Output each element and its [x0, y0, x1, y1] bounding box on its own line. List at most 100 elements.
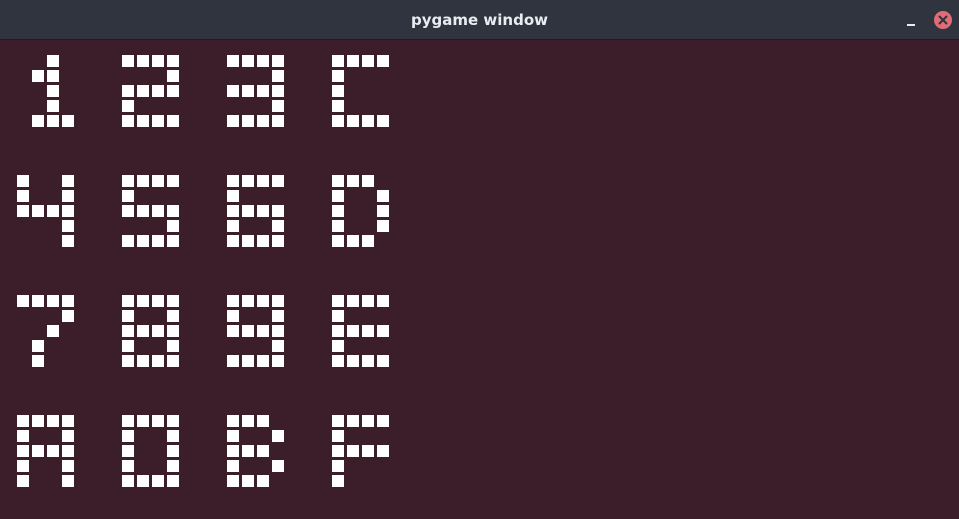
- keypad-glyph-e: [332, 295, 392, 370]
- close-button[interactable]: [934, 11, 952, 29]
- glyph-pixel: [227, 445, 239, 457]
- glyph-pixel: [167, 430, 179, 442]
- glyph-pixel: [62, 310, 74, 322]
- keypad-glyph-2: [122, 55, 182, 130]
- glyph-pixel: [152, 325, 164, 337]
- glyph-pixel: [377, 325, 389, 337]
- glyph-pixel: [122, 85, 134, 97]
- glyph-pixel: [272, 100, 284, 112]
- glyph-pixel: [227, 205, 239, 217]
- glyph-pixel: [227, 430, 239, 442]
- glyph-pixel: [47, 295, 59, 307]
- glyph-pixel: [122, 475, 134, 487]
- glyph-pixel: [377, 115, 389, 127]
- glyph-pixel: [227, 190, 239, 202]
- keypad-glyph-9: [227, 295, 287, 370]
- glyph-pixel: [347, 235, 359, 247]
- keypad-glyph-f: [332, 415, 392, 490]
- glyph-pixel: [347, 355, 359, 367]
- glyph-pixel: [47, 100, 59, 112]
- glyph-pixel: [362, 445, 374, 457]
- glyph-pixel: [257, 235, 269, 247]
- glyph-pixel: [62, 175, 74, 187]
- glyph-pixel: [167, 70, 179, 82]
- glyph-pixel: [347, 115, 359, 127]
- glyph-pixel: [272, 70, 284, 82]
- glyph-pixel: [122, 310, 134, 322]
- glyph-pixel: [347, 415, 359, 427]
- glyph-pixel: [227, 175, 239, 187]
- glyph-pixel: [17, 475, 29, 487]
- glyph-pixel: [32, 295, 44, 307]
- glyph-pixel: [257, 55, 269, 67]
- glyph-pixel: [32, 115, 44, 127]
- glyph-pixel: [152, 55, 164, 67]
- glyph-pixel: [152, 355, 164, 367]
- glyph-pixel: [167, 310, 179, 322]
- glyph-pixel: [332, 415, 344, 427]
- glyph-pixel: [377, 55, 389, 67]
- glyph-pixel: [332, 310, 344, 322]
- glyph-pixel: [167, 475, 179, 487]
- glyph-pixel: [257, 175, 269, 187]
- glyph-pixel: [362, 235, 374, 247]
- glyph-pixel: [272, 340, 284, 352]
- glyph-pixel: [242, 325, 254, 337]
- glyph-pixel: [47, 205, 59, 217]
- glyph-pixel: [272, 235, 284, 247]
- minimize-button[interactable]: [903, 12, 919, 28]
- glyph-pixel: [122, 415, 134, 427]
- glyph-pixel: [167, 115, 179, 127]
- glyph-pixel: [122, 55, 134, 67]
- glyph-pixel: [332, 55, 344, 67]
- glyph-pixel: [347, 295, 359, 307]
- glyph-pixel: [362, 415, 374, 427]
- glyph-pixel: [332, 190, 344, 202]
- glyph-pixel: [227, 235, 239, 247]
- minimize-icon: [907, 24, 915, 26]
- glyph-pixel: [272, 325, 284, 337]
- glyph-pixel: [332, 445, 344, 457]
- glyph-pixel: [122, 445, 134, 457]
- keypad-glyph-1: [17, 55, 77, 130]
- glyph-pixel: [167, 205, 179, 217]
- glyph-pixel: [62, 235, 74, 247]
- keypad-glyph-7: [17, 295, 77, 370]
- keypad-glyph-6: [227, 175, 287, 250]
- glyph-pixel: [272, 295, 284, 307]
- keypad-glyph-4: [17, 175, 77, 250]
- glyph-pixel: [152, 115, 164, 127]
- glyph-pixel: [17, 295, 29, 307]
- glyph-pixel: [62, 475, 74, 487]
- glyph-pixel: [122, 205, 134, 217]
- glyph-pixel: [62, 430, 74, 442]
- glyph-pixel: [62, 205, 74, 217]
- title-bar[interactable]: pygame window: [0, 0, 959, 40]
- glyph-pixel: [122, 430, 134, 442]
- glyph-pixel: [377, 220, 389, 232]
- glyph-pixel: [227, 295, 239, 307]
- glyph-pixel: [17, 445, 29, 457]
- glyph-pixel: [332, 115, 344, 127]
- glyph-pixel: [227, 310, 239, 322]
- glyph-pixel: [362, 175, 374, 187]
- glyph-pixel: [272, 205, 284, 217]
- keypad-glyph-c: [332, 55, 392, 130]
- glyph-pixel: [62, 190, 74, 202]
- glyph-pixel: [137, 115, 149, 127]
- glyph-pixel: [122, 460, 134, 472]
- close-icon: [938, 15, 948, 25]
- glyph-pixel: [332, 235, 344, 247]
- glyph-pixel: [167, 85, 179, 97]
- glyph-pixel: [257, 475, 269, 487]
- glyph-pixel: [227, 220, 239, 232]
- glyph-pixel: [47, 55, 59, 67]
- glyph-pixel: [137, 55, 149, 67]
- keypad-glyph-5: [122, 175, 182, 250]
- glyph-pixel: [32, 70, 44, 82]
- glyph-pixel: [62, 445, 74, 457]
- glyph-pixel: [362, 295, 374, 307]
- glyph-pixel: [122, 175, 134, 187]
- glyph-pixel: [137, 295, 149, 307]
- keypad-glyph-0: [122, 415, 182, 490]
